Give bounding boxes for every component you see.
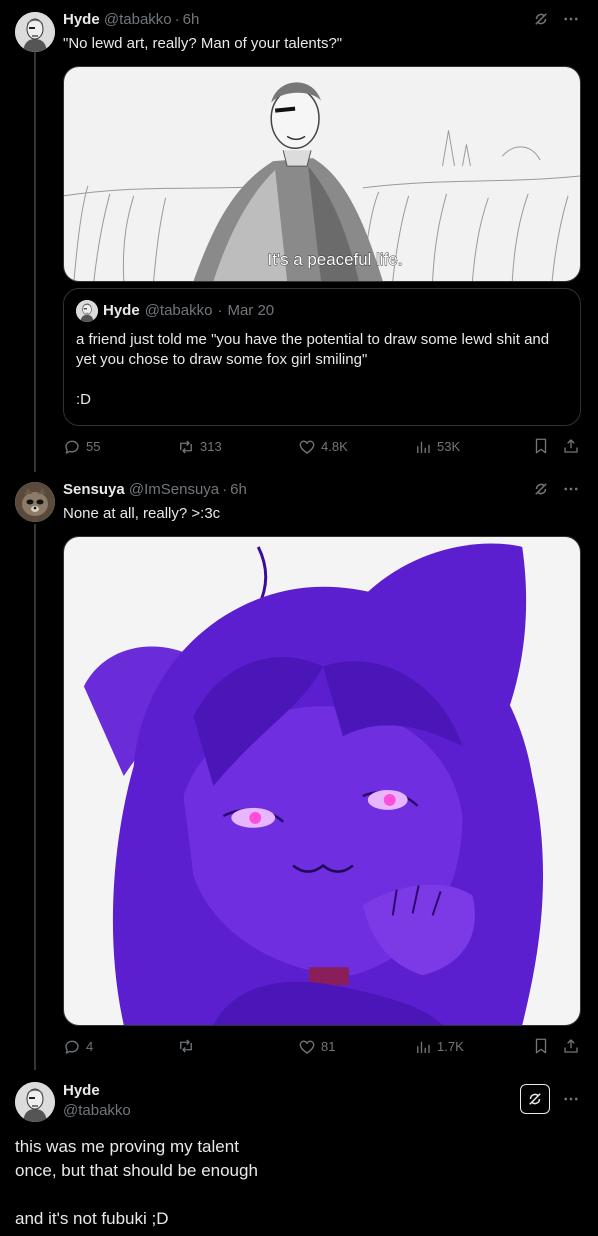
views-count: 53K — [437, 439, 461, 454]
separator-dot: · — [174, 11, 180, 28]
post-tools — [520, 1084, 580, 1114]
share-icon — [562, 1037, 580, 1055]
views-button[interactable]: 53K — [414, 437, 460, 457]
post-text-line: once, but that should be enough — [15, 1161, 258, 1180]
repost-icon — [177, 438, 195, 456]
views-icon — [414, 1038, 432, 1056]
reply-count: 55 — [86, 439, 101, 454]
like-button[interactable]: 81 — [298, 1037, 335, 1057]
author-name[interactable]: Hyde — [63, 1081, 100, 1101]
quote-text: a friend just told me "you have the pote… — [76, 330, 568, 410]
share-button[interactable] — [562, 1037, 580, 1055]
views-button[interactable]: 1.7K — [414, 1037, 464, 1057]
image-caption: It's a peaceful life. — [267, 250, 402, 269]
quote-text-line: :D — [76, 391, 91, 408]
post-time[interactable]: 6h — [183, 11, 200, 28]
quote-text-line: a friend just told me "you have the pote… — [76, 331, 550, 368]
quote-author-handle: @tabakko — [144, 302, 213, 319]
quote-time: Mar 20 — [227, 302, 275, 319]
views-count: 1.7K — [437, 1039, 464, 1054]
post-image[interactable] — [63, 536, 581, 1026]
bookmark-icon — [532, 1037, 550, 1055]
reply-button[interactable]: 4 — [63, 1037, 93, 1057]
share-button[interactable] — [562, 437, 580, 455]
reply-icon — [63, 438, 81, 456]
post-text: "No lewd art, really? Man of your talent… — [63, 35, 343, 52]
repost-button[interactable] — [177, 1037, 200, 1055]
grok-icon[interactable] — [532, 10, 550, 28]
author-handle[interactable]: @ImSensuya — [129, 481, 219, 498]
post-text: None at all, really? >:3c — [63, 505, 221, 522]
avatar[interactable] — [15, 1082, 55, 1122]
post-tools — [532, 10, 580, 28]
post-1[interactable]: Hyde @tabakko · 6h "No lewd art, really? M… — [0, 10, 598, 470]
repost-icon — [177, 1037, 195, 1055]
grok-icon[interactable] — [532, 480, 550, 498]
post-tools — [532, 480, 580, 498]
views-icon — [414, 438, 432, 456]
like-count: 81 — [321, 1039, 336, 1054]
more-icon[interactable] — [562, 1090, 580, 1108]
avatar[interactable] — [15, 482, 55, 522]
like-count: 4.8K — [321, 439, 348, 454]
post-2[interactable]: Sensuya @ImSensuya · 6h None at all, reall… — [0, 480, 598, 1060]
repost-button[interactable]: 313 — [177, 437, 222, 457]
share-icon — [562, 437, 580, 455]
more-icon[interactable] — [562, 480, 580, 498]
quote-avatar — [76, 300, 98, 322]
quote-header: Hyde @tabakko · Mar 20 — [76, 300, 568, 322]
post-time[interactable]: 6h — [230, 481, 247, 498]
post-text-line: this was me proving my talent — [15, 1137, 239, 1156]
bookmark-button[interactable] — [532, 1037, 550, 1055]
post-text-line: and it's not fubuki ;D — [15, 1209, 169, 1228]
bookmark-button[interactable] — [532, 437, 550, 455]
post-image[interactable]: It's a peaceful life. — [63, 66, 581, 282]
grok-icon[interactable] — [520, 1084, 550, 1114]
more-icon[interactable] — [562, 10, 580, 28]
post-header: Hyde @tabakko · 6h — [63, 10, 199, 30]
separator-dot: · — [222, 481, 228, 498]
reply-button[interactable]: 55 — [63, 437, 100, 457]
reply-icon — [63, 1038, 81, 1056]
post-actions: 55 313 4.8K 53K — [63, 437, 583, 457]
post-header: Sensuya @ImSensuya · 6h — [63, 480, 247, 500]
post-3[interactable]: Hyde @tabakko this was me proving my tal… — [0, 1080, 598, 1236]
quote-author-name: Hyde — [103, 302, 140, 319]
like-icon — [298, 1038, 316, 1056]
post-actions: 4 81 1.7K — [63, 1037, 583, 1057]
quoted-post[interactable]: Hyde @tabakko · Mar 20 a friend just told … — [63, 288, 581, 426]
repost-count: 313 — [200, 439, 222, 454]
author-name[interactable]: Hyde — [63, 11, 100, 28]
reply-count: 4 — [86, 1039, 94, 1054]
post-text: this was me proving my talent once, but … — [15, 1135, 258, 1231]
bookmark-icon — [532, 437, 550, 455]
author-handle[interactable]: @tabakko — [104, 11, 172, 28]
avatar[interactable] — [15, 12, 55, 52]
author-name[interactable]: Sensuya — [63, 481, 125, 498]
author-handle[interactable]: @tabakko — [63, 1101, 131, 1121]
separator-dot: · — [217, 302, 223, 319]
like-button[interactable]: 4.8K — [298, 437, 348, 457]
like-icon — [298, 438, 316, 456]
